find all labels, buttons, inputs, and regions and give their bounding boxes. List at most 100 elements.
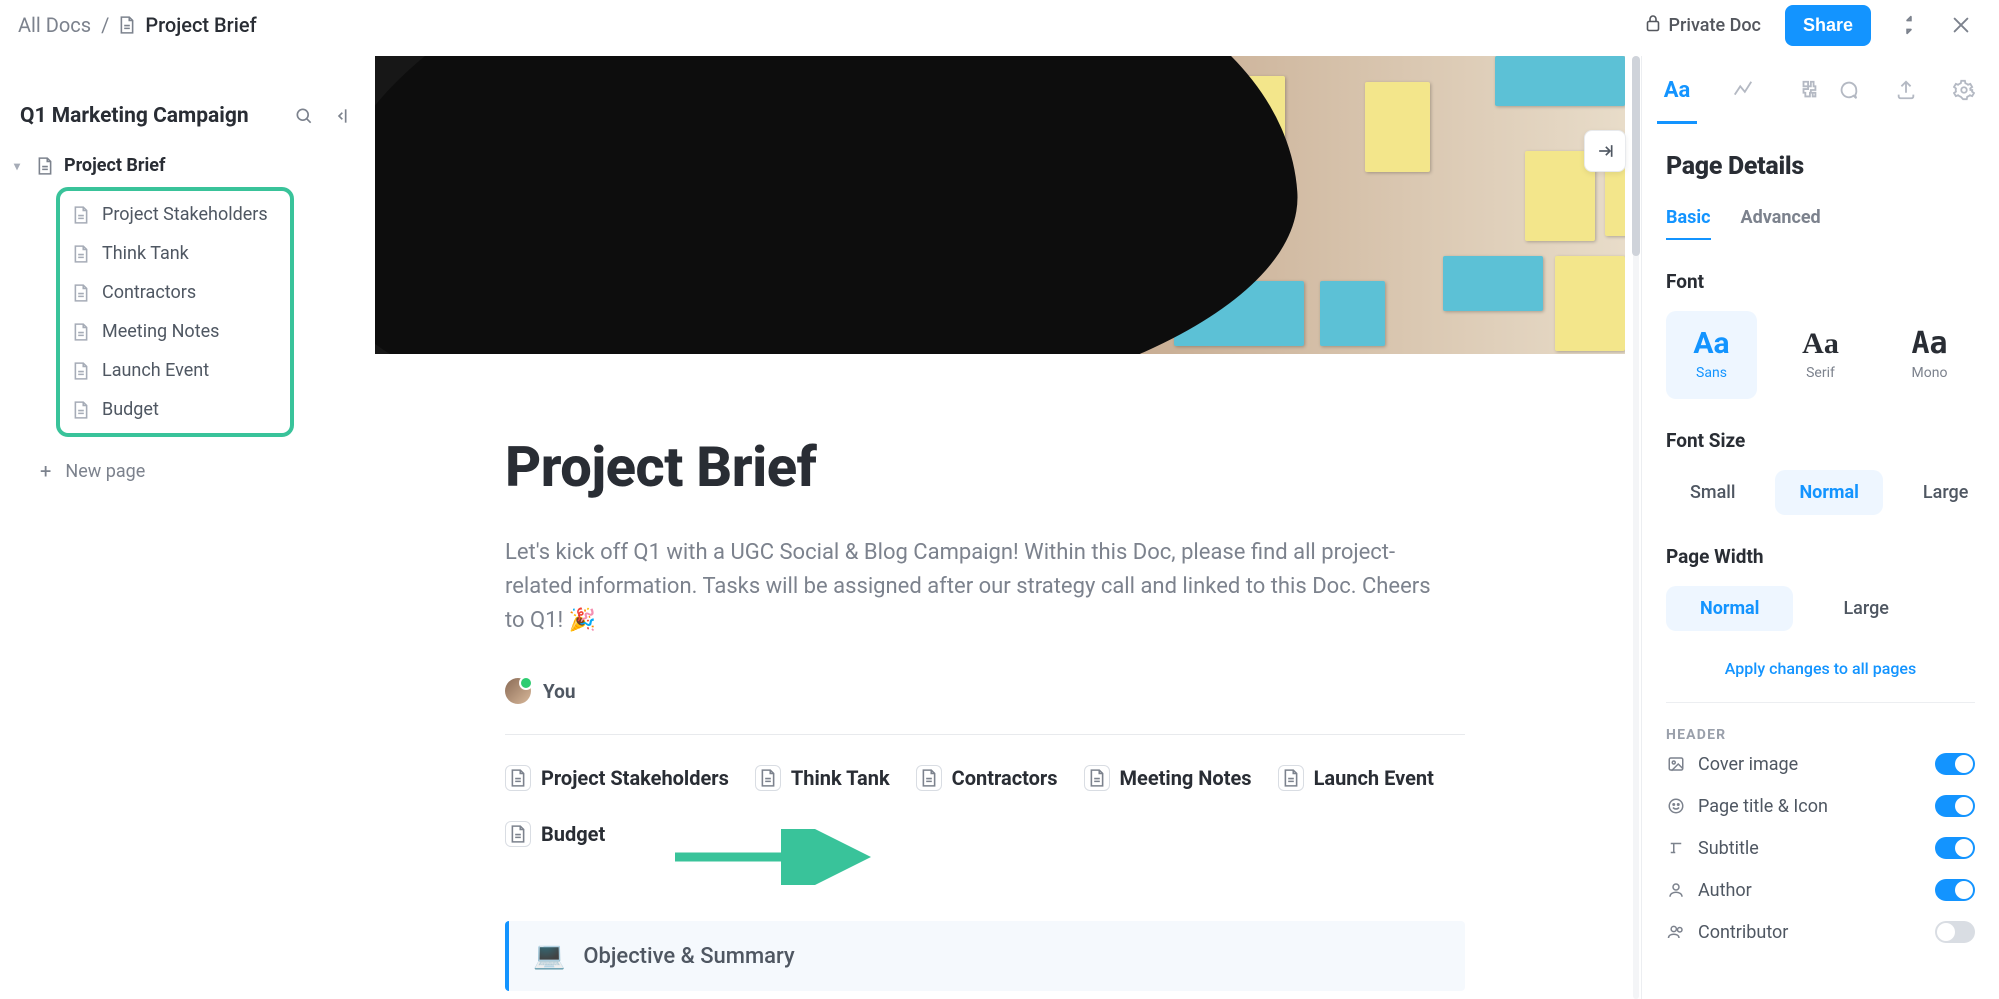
sidebar-item-budget[interactable]: Budget: [66, 390, 284, 429]
tab-export-icon[interactable]: [1891, 70, 1921, 110]
doc-icon: [1084, 765, 1110, 791]
chip-stakeholders[interactable]: Project Stakeholders: [505, 765, 729, 791]
toggle-label: Page title & Icon: [1698, 796, 1828, 817]
cover-image[interactable]: [375, 56, 1625, 354]
sidebar-item-stakeholders[interactable]: Project Stakeholders: [66, 195, 284, 234]
switch-title-icon[interactable]: [1935, 795, 1975, 817]
chip-label: Launch Event: [1314, 766, 1434, 790]
width-large[interactable]: Large: [1809, 586, 1922, 631]
tab-settings-icon[interactable]: [1949, 70, 1979, 110]
visibility-label: Private Doc: [1669, 15, 1761, 36]
user-icon: [1666, 881, 1686, 899]
share-button[interactable]: Share: [1785, 5, 1871, 46]
chip-budget[interactable]: Budget: [505, 821, 605, 847]
breadcrumb-sep: /: [101, 13, 109, 37]
search-icon[interactable]: [293, 105, 315, 127]
subpage-chips: Project Stakeholders Think Tank Contract…: [505, 765, 1465, 847]
section-page-width: Page Width: [1666, 545, 1975, 568]
callout-block[interactable]: 💻 Objective & Summary: [505, 921, 1465, 991]
new-page-button[interactable]: + New page: [12, 447, 375, 483]
font-option-sans[interactable]: Aa Sans: [1666, 311, 1757, 399]
tab-insights-icon[interactable]: [1728, 70, 1758, 110]
text-icon: [1666, 839, 1686, 857]
chip-label: Budget: [541, 822, 605, 846]
section-font: Font: [1666, 270, 1975, 293]
avatar[interactable]: [505, 678, 531, 704]
sidebar-item-meeting-notes[interactable]: Meeting Notes: [66, 312, 284, 351]
chip-contractors[interactable]: Contractors: [916, 765, 1058, 791]
doc-icon: [505, 821, 531, 847]
breadcrumb-current: Project Brief: [145, 13, 256, 37]
caret-down-icon[interactable]: ▾: [14, 159, 26, 173]
font-option-serif[interactable]: Aa Serif: [1775, 311, 1866, 399]
switch-subtitle[interactable]: [1935, 837, 1975, 859]
tab-comments-icon[interactable]: [1833, 70, 1863, 110]
sidebar-item-label: Budget: [102, 399, 159, 420]
sidebar-item-label: Meeting Notes: [102, 321, 219, 342]
visibility-indicator[interactable]: Private Doc: [1645, 14, 1761, 37]
toggle-title-icon: Page title & Icon: [1666, 785, 1975, 827]
doc-icon: [72, 362, 90, 380]
collapse-icon[interactable]: [1895, 11, 1923, 39]
close-icon[interactable]: [1947, 11, 1975, 39]
doc-icon: [1278, 765, 1304, 791]
collapse-sidebar-icon[interactable]: [333, 105, 355, 127]
scrollbar[interactable]: [1631, 56, 1641, 999]
divider: [505, 734, 1465, 735]
breadcrumb: All Docs / Project Brief: [18, 13, 257, 37]
size-large[interactable]: Large: [1899, 470, 1992, 515]
font-label: Serif: [1806, 365, 1835, 381]
doc-icon: [72, 323, 90, 341]
sidebar-item-contractors[interactable]: Contractors: [66, 273, 284, 312]
chip-label: Project Stakeholders: [541, 766, 729, 790]
chip-label: Contractors: [952, 766, 1058, 790]
divider: [1666, 702, 1975, 703]
sidebar-title: Q1 Marketing Campaign: [20, 104, 249, 128]
right-panel: Aa Page Details Basic Advanced Font Aa S…: [1641, 56, 1999, 999]
breadcrumb-root[interactable]: All Docs: [18, 13, 91, 37]
sidebar-item-project-brief[interactable]: ▾ Project Brief: [12, 150, 375, 181]
toggle-author: Author: [1666, 869, 1975, 911]
chip-label: Think Tank: [791, 766, 890, 790]
subtab-advanced[interactable]: Advanced: [1741, 207, 1821, 240]
toggle-label: Subtitle: [1698, 838, 1759, 859]
sidebar-item-label: Project Brief: [64, 155, 165, 176]
switch-contributor[interactable]: [1935, 921, 1975, 943]
chip-launch-event[interactable]: Launch Event: [1278, 765, 1434, 791]
font-label: Mono: [1912, 365, 1948, 381]
page-title[interactable]: Project Brief: [505, 434, 1475, 500]
annotation-arrow-icon: [675, 829, 875, 889]
tab-plugins-icon[interactable]: [1794, 70, 1824, 110]
page-subtitle[interactable]: Let's kick off Q1 with a UGC Social & Bl…: [505, 536, 1445, 638]
doc-icon: [72, 401, 90, 419]
switch-author[interactable]: [1935, 879, 1975, 901]
chip-meeting-notes[interactable]: Meeting Notes: [1084, 765, 1252, 791]
image-icon: [1666, 755, 1686, 773]
chip-think-tank[interactable]: Think Tank: [755, 765, 890, 791]
sidebar-item-label: Launch Event: [102, 360, 209, 381]
width-normal[interactable]: Normal: [1666, 586, 1793, 631]
lock-icon: [1645, 14, 1661, 37]
font-option-mono[interactable]: Aa Mono: [1884, 311, 1975, 399]
topbar: All Docs / Project Brief Private Doc Sha…: [0, 0, 1999, 56]
tab-typography[interactable]: Aa: [1662, 70, 1692, 110]
doc-icon: [72, 206, 90, 224]
smile-icon: [1666, 797, 1686, 815]
users-icon: [1666, 923, 1686, 941]
size-small[interactable]: Small: [1666, 470, 1759, 515]
chip-label: Meeting Notes: [1120, 766, 1252, 790]
font-label: Sans: [1696, 365, 1727, 381]
new-page-label: New page: [65, 461, 145, 482]
sidebar-item-launch-event[interactable]: Launch Event: [66, 351, 284, 390]
toggle-label: Contributor: [1698, 922, 1788, 943]
panel-collapse-button[interactable]: [1584, 130, 1626, 172]
toggle-cover-image: Cover image: [1666, 743, 1975, 785]
switch-cover-image[interactable]: [1935, 753, 1975, 775]
sidebar-item-think-tank[interactable]: Think Tank: [66, 234, 284, 273]
font-sample: Aa: [1802, 329, 1839, 359]
toggle-contributor: Contributor: [1666, 911, 1975, 953]
apply-all-link[interactable]: Apply changes to all pages: [1666, 659, 1975, 678]
size-normal[interactable]: Normal: [1775, 470, 1882, 515]
section-font-size: Font Size: [1666, 429, 1975, 452]
subtab-basic[interactable]: Basic: [1666, 207, 1711, 240]
